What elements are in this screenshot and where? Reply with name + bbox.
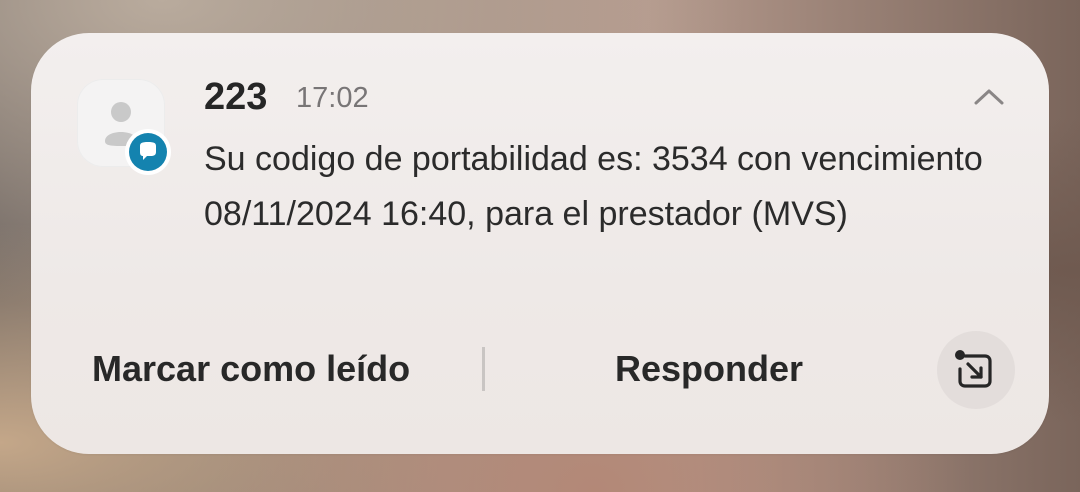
message-notification-card[interactable]: 223 17:02 Su codigo de portabilidad es: …	[31, 33, 1049, 454]
mark-as-read-button[interactable]: Marcar como leído	[92, 346, 410, 392]
chevron-up-icon	[974, 89, 1004, 105]
collapse-button[interactable]	[967, 75, 1011, 119]
sender-name: 223	[204, 76, 268, 118]
message-bubble-icon	[140, 142, 156, 160]
notification-time: 17:02	[296, 82, 369, 114]
app-badge	[125, 129, 171, 175]
action-divider	[482, 347, 485, 391]
open-in-app-button[interactable]	[937, 331, 1015, 409]
message-body: Su codigo de portabilidad es: 3534 con v…	[204, 140, 983, 233]
open-in-app-icon	[955, 350, 992, 388]
reply-button[interactable]: Responder	[615, 346, 803, 392]
